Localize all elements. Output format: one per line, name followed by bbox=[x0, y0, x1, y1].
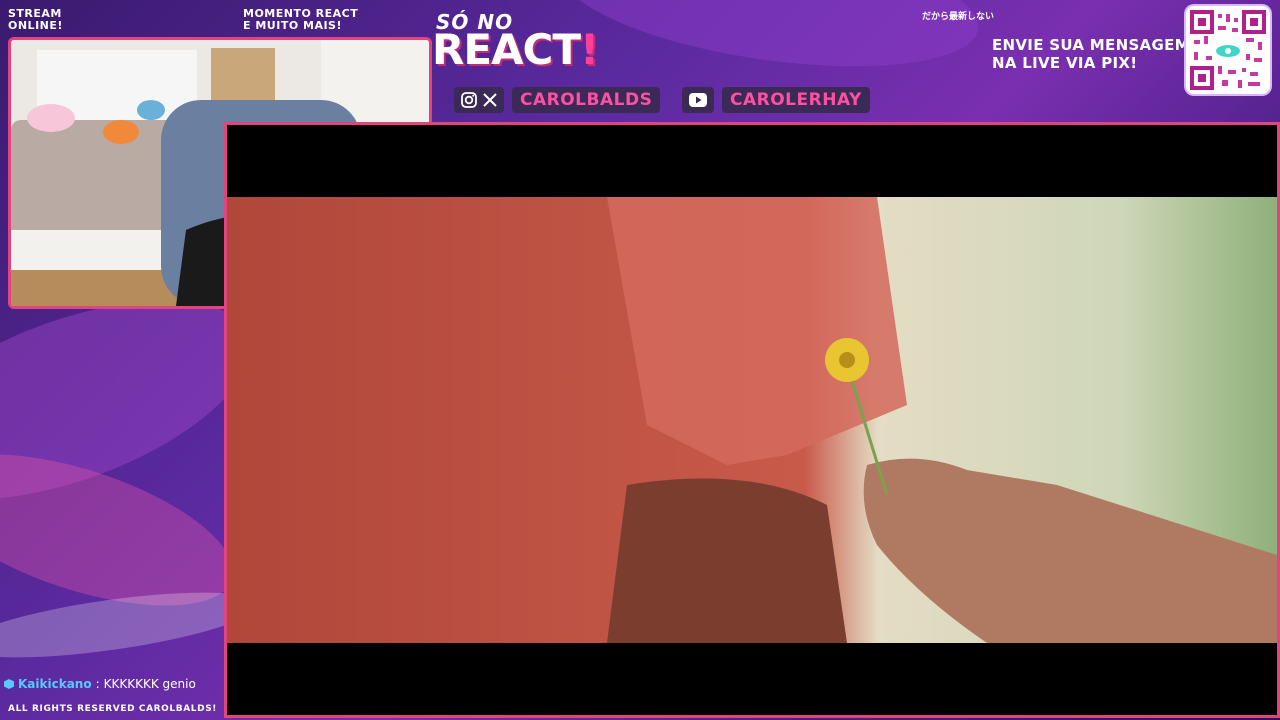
youtube-icon bbox=[689, 93, 707, 107]
background-swoosh bbox=[0, 579, 263, 671]
instagram-icon bbox=[461, 92, 477, 108]
stream-status-line2: ONLINE! bbox=[8, 19, 63, 32]
social-carolbalds: CAROLBALDS bbox=[454, 86, 661, 114]
social-icons bbox=[454, 87, 504, 113]
video-frame bbox=[227, 125, 1277, 715]
title-react: REACT bbox=[432, 25, 581, 74]
handle-carolbalds: CAROLBALDS bbox=[512, 87, 661, 113]
title-logo: REACT! bbox=[432, 25, 599, 74]
pix-qr-code bbox=[1186, 6, 1270, 94]
pix-line1: ENVIE SUA MENSAGEM bbox=[992, 36, 1190, 54]
cube-badge-icon bbox=[4, 679, 14, 689]
moment-react-text: MOMENTO REACT E MUITO MAIS! bbox=[243, 8, 358, 32]
video-player[interactable] bbox=[224, 122, 1280, 718]
chat-separator: : bbox=[95, 677, 100, 691]
chat-username: Kaikickano bbox=[18, 677, 92, 691]
chat-text: KKKKKKK genio bbox=[103, 677, 196, 691]
social-carolerhay: CAROLERHAY bbox=[682, 86, 870, 114]
stream-status: STREAM ONLINE! bbox=[8, 8, 63, 32]
qr-code-icon bbox=[1190, 10, 1266, 90]
moment-line2: E MUITO MAIS! bbox=[243, 19, 342, 32]
pix-message: ENVIE SUA MENSAGEM NA LIVE VIA PIX! bbox=[992, 36, 1190, 72]
chat-message: Kaikickano : KKKKKKK genio bbox=[4, 677, 196, 691]
pix-line2: NA LIVE VIA PIX! bbox=[992, 54, 1138, 72]
title-bang: ! bbox=[580, 25, 599, 74]
social-icons bbox=[682, 87, 714, 113]
background-swoosh bbox=[0, 423, 251, 637]
footer-copyright: ALL RIGHTS RESERVED CAROLBALDS! bbox=[8, 704, 217, 714]
japanese-caption: だから最新しない bbox=[922, 12, 995, 22]
x-icon bbox=[483, 93, 497, 107]
handle-carolerhay: CAROLERHAY bbox=[722, 87, 870, 113]
